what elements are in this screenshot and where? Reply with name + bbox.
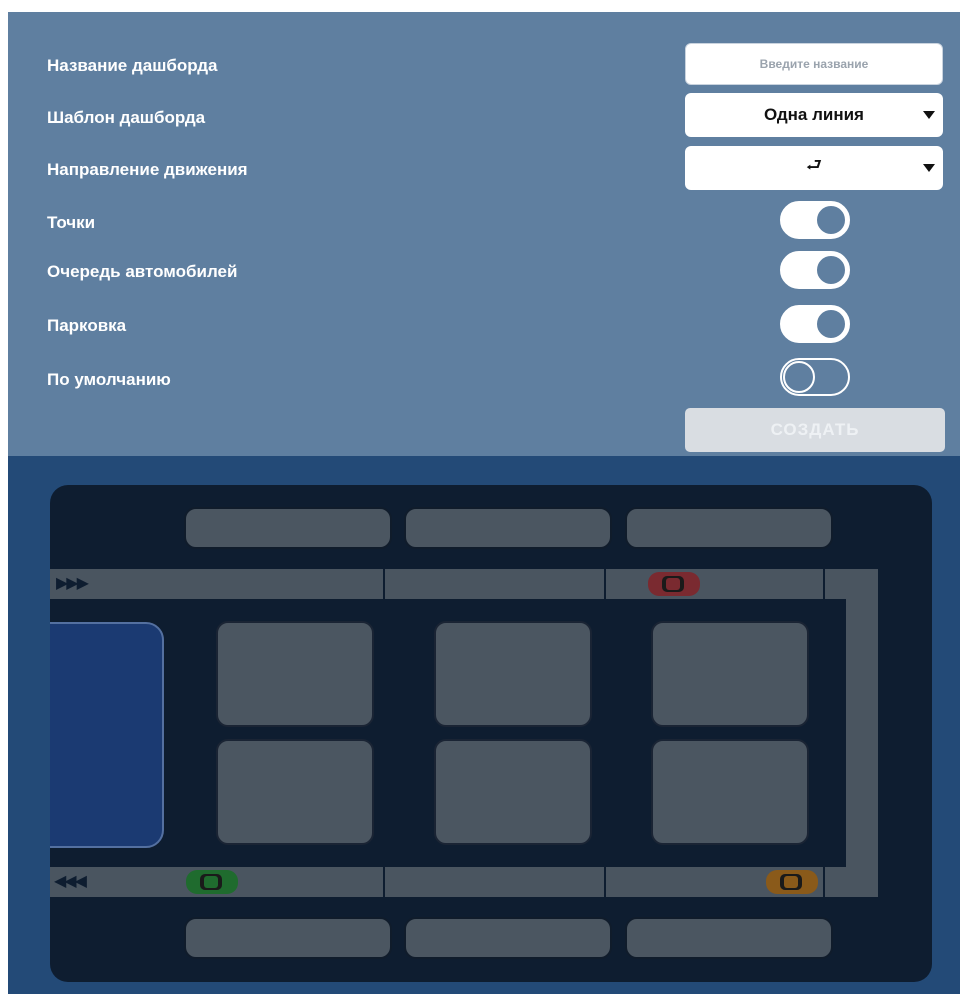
- dashboard-name-label: Название дашборда: [47, 56, 218, 75]
- dashboard-template-label: Шаблон дашборда: [47, 108, 206, 127]
- template-select[interactable]: Одна линия: [685, 93, 943, 137]
- direction-select-value: ⮐: [805, 155, 823, 175]
- direction-arrows-right-icon: ▶▶▶: [56, 573, 89, 592]
- parking-slot: [184, 917, 392, 959]
- create-button[interactable]: СОЗДАТЬ: [685, 408, 945, 452]
- building-block: [434, 621, 592, 727]
- red-car-icon: [648, 572, 700, 596]
- toggle-knob: [815, 308, 847, 340]
- building-block: [651, 621, 809, 727]
- lane-divider: [383, 867, 385, 897]
- bottom-lane: [50, 867, 878, 897]
- building-block: [651, 739, 809, 845]
- car-queue-toggle[interactable]: [780, 251, 850, 289]
- chevron-down-icon: [923, 164, 935, 172]
- chevron-down-icon: [923, 111, 935, 119]
- points-label: Точки: [47, 213, 96, 232]
- direction-arrows-left-icon: ◀◀◀: [54, 871, 87, 890]
- green-car-icon: [186, 870, 238, 894]
- lane-divider: [604, 569, 606, 599]
- lane-divider: [823, 569, 825, 599]
- toggle-knob: [815, 254, 847, 286]
- dashboard-form: Название дашборда Шаблон дашборда Одна л…: [8, 12, 960, 456]
- lane-divider: [383, 569, 385, 599]
- building-block: [434, 739, 592, 845]
- direction-select[interactable]: ⮐: [685, 146, 943, 190]
- parking-slot: [404, 507, 612, 549]
- top-lane: [50, 569, 878, 599]
- parking-slot: [404, 917, 612, 959]
- parking-label: Парковка: [47, 316, 127, 335]
- toggle-knob: [815, 204, 847, 236]
- parking-slot: [625, 507, 833, 549]
- default-label: По умолчанию: [47, 370, 171, 389]
- right-lane: [846, 569, 878, 897]
- lane-divider: [604, 867, 606, 897]
- orange-car-icon: [766, 870, 818, 894]
- lane-divider: [823, 867, 825, 897]
- template-select-value: Одна линия: [764, 105, 864, 124]
- dashboard-name-input[interactable]: [685, 43, 943, 85]
- building-block: [216, 739, 374, 845]
- points-toggle[interactable]: [780, 201, 850, 239]
- toggle-knob: [783, 361, 815, 393]
- direction-label: Направление движения: [47, 160, 248, 179]
- parking-lot: [50, 622, 164, 848]
- car-queue-label: Очередь автомобилей: [47, 262, 238, 281]
- building-block: [216, 621, 374, 727]
- parking-slot: [184, 507, 392, 549]
- parking-map: ▶▶▶ ◀◀◀: [50, 485, 932, 982]
- parking-toggle[interactable]: [780, 305, 850, 343]
- default-toggle[interactable]: [780, 358, 850, 396]
- parking-slot: [625, 917, 833, 959]
